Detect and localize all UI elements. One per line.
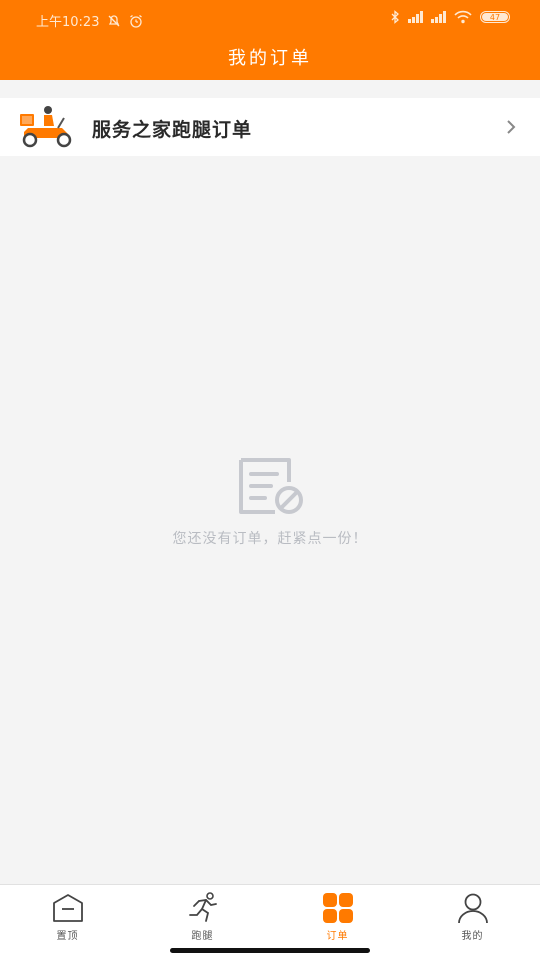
status-bar: 上午10:23 47	[0, 0, 540, 38]
nav-label: 跑腿	[191, 931, 214, 942]
status-left: 上午10:23	[36, 11, 143, 30]
runner-icon	[188, 892, 217, 922]
user-icon	[457, 893, 488, 924]
wifi-icon	[454, 10, 472, 24]
nav-label: 订单	[326, 931, 349, 942]
alarm-icon	[130, 14, 143, 28]
top-bar: 上午10:23 47 我的订单	[0, 0, 540, 80]
nav-item-home[interactable]: 置顶	[0, 885, 135, 945]
grid-icon	[322, 893, 353, 923]
status-time: 上午10:23	[36, 15, 100, 30]
status-right: 47	[390, 10, 510, 24]
nav-item-errand[interactable]: 跑腿	[135, 885, 270, 945]
chevron-right-icon	[507, 120, 516, 134]
signal-icon	[408, 11, 423, 23]
no-orders-icon	[239, 458, 303, 514]
page-title: 我的订单	[228, 48, 312, 69]
nav-label: 我的	[461, 931, 484, 942]
order-entry-title: 服务之家跑腿订单	[92, 119, 253, 141]
battery-icon: 47	[480, 11, 510, 23]
app-root: 上午10:23 47 我的订单 服务之家跑腿订单 您还没有订单，赶紧点一份！ 置…	[0, 0, 540, 960]
nav-item-profile[interactable]: 我的	[405, 885, 540, 945]
empty-state-message: 您还没有订单，赶紧点一份！	[172, 531, 368, 547]
battery-level: 47	[489, 12, 501, 22]
delivery-scooter-icon	[20, 106, 72, 148]
errand-order-entry[interactable]: 服务之家跑腿订单	[0, 98, 540, 156]
nav-label: 置顶	[56, 931, 79, 942]
signal-icon	[431, 11, 446, 23]
home-icon	[52, 894, 83, 922]
notification-off-icon	[109, 14, 120, 26]
bluetooth-icon	[391, 10, 399, 24]
nav-item-orders[interactable]: 订单	[270, 885, 405, 945]
home-indicator[interactable]	[170, 948, 370, 953]
